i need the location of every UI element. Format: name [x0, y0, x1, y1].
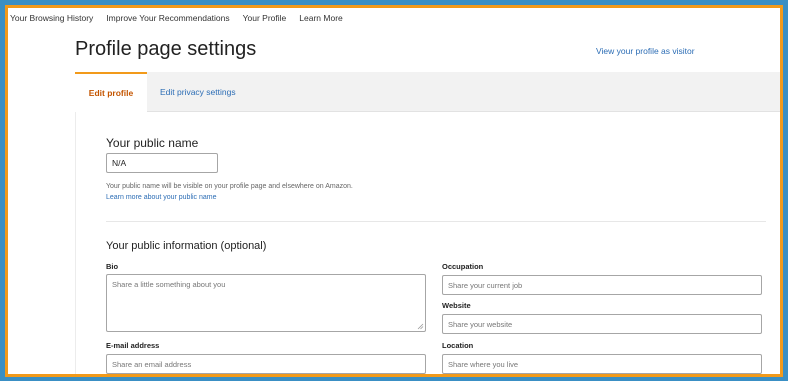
bio-placeholder: Share a little something about you — [112, 280, 226, 289]
location-placeholder: Share where you live — [448, 359, 519, 369]
tab-bar: Edit profile Edit privacy settings — [75, 72, 780, 112]
view-as-visitor-link[interactable]: View your profile as visitor — [596, 46, 695, 56]
public-name-hint: Your public name will be visible on your… — [106, 183, 353, 190]
learn-more-public-name-link[interactable]: Learn more about your public name — [106, 194, 217, 201]
nav-your-profile[interactable]: Your Profile — [243, 13, 287, 23]
profile-form: Your public name Your public name will b… — [75, 112, 780, 374]
occupation-placeholder: Share your current job — [448, 280, 523, 290]
bio-label: Bio — [106, 262, 119, 271]
section-divider — [106, 221, 766, 222]
page-title: Profile page settings — [75, 38, 257, 60]
occupation-label: Occupation — [442, 262, 484, 271]
occupation-input[interactable]: Share your current job — [442, 275, 762, 295]
website-label: Website — [442, 301, 471, 310]
location-label: Location — [442, 341, 474, 350]
tab-edit-profile[interactable]: Edit profile — [75, 72, 147, 112]
email-input[interactable]: Share an email address — [106, 354, 426, 374]
email-label: E-mail address — [106, 341, 160, 350]
email-placeholder: Share an email address — [112, 359, 192, 369]
public-info-heading: Your public information (optional) — [106, 240, 267, 252]
nav-browsing-history[interactable]: Your Browsing History — [10, 13, 93, 23]
location-input[interactable]: Share where you live — [442, 354, 762, 374]
public-name-heading: Your public name — [106, 136, 199, 150]
nav-learn-more[interactable]: Learn More — [299, 13, 342, 23]
tab-edit-privacy-settings[interactable]: Edit privacy settings — [160, 72, 236, 112]
resize-handle-icon[interactable] — [417, 323, 424, 330]
bio-textarea[interactable]: Share a little something about you — [106, 274, 426, 332]
top-navigation: Your Browsing History Improve Your Recom… — [8, 8, 780, 28]
screenshot-frame: Your Browsing History Improve Your Recom… — [5, 5, 783, 377]
website-input[interactable]: Share your website — [442, 314, 762, 334]
website-placeholder: Share your website — [448, 319, 513, 329]
public-name-input[interactable] — [106, 153, 218, 173]
nav-improve-recommendations[interactable]: Improve Your Recommendations — [106, 13, 229, 23]
